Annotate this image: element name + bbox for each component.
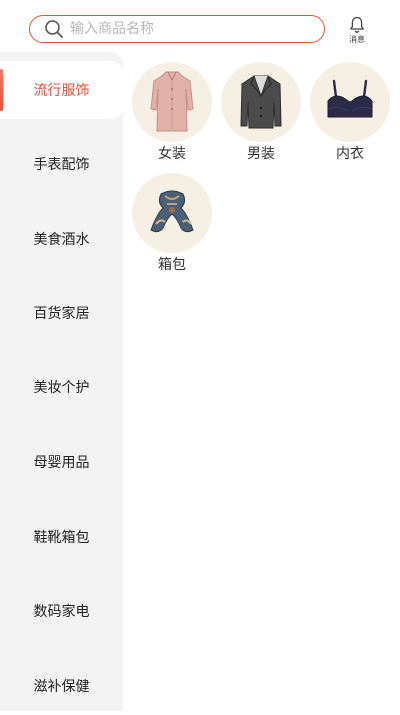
search-bar[interactable] <box>29 15 325 43</box>
sidebar-item-health[interactable]: 滋补保健 <box>0 657 123 715</box>
sidebar-item-watches[interactable]: 手表配饰 <box>0 135 123 193</box>
message-button[interactable]: 消息 <box>339 16 375 48</box>
category-thumb <box>310 62 390 142</box>
sidebar-item-label: 手表配饰 <box>33 157 90 173</box>
category-label: 箱包 <box>158 257 186 273</box>
suit-jacket-icon <box>240 75 282 129</box>
sidebar-item-label: 美食酒水 <box>33 232 90 248</box>
sidebar-item-label: 数码家电 <box>33 604 90 620</box>
category-grid: 女装 男装 内衣 箱包 <box>123 60 400 711</box>
category-sidebar: 流行服饰 手表配饰 美食酒水 百货家居 美妆个护 母婴用品 鞋靴箱包 数码家电 … <box>0 52 123 711</box>
sidebar-item-beauty[interactable]: 美妆个护 <box>0 358 123 416</box>
dress-icon <box>150 71 194 132</box>
sidebar-item-label: 母婴用品 <box>33 455 90 471</box>
category-bags[interactable]: 箱包 <box>132 173 212 274</box>
category-label: 男装 <box>247 146 275 162</box>
scarf-icon <box>150 190 194 233</box>
category-thumb <box>221 62 301 142</box>
sidebar-item-label: 百货家居 <box>33 306 90 322</box>
category-label: 女装 <box>158 146 186 162</box>
sidebar-item-shoes-bags[interactable]: 鞋靴箱包 <box>0 508 123 566</box>
category-thumb <box>132 62 212 142</box>
sidebar-item-label: 流行服饰 <box>33 83 90 99</box>
category-men-clothing[interactable]: 男装 <box>221 62 301 163</box>
sidebar-item-baby[interactable]: 母婴用品 <box>0 433 123 491</box>
sidebar-item-food[interactable]: 美食酒水 <box>0 210 123 268</box>
bell-icon <box>350 16 364 33</box>
sidebar-item-fashion[interactable]: 流行服饰 <box>0 61 123 119</box>
sidebar-item-label: 鞋靴箱包 <box>33 530 90 546</box>
category-label: 内衣 <box>336 146 364 162</box>
message-label: 消息 <box>349 35 365 44</box>
bra-icon <box>327 79 373 118</box>
category-women-clothing[interactable]: 女装 <box>132 62 212 163</box>
sidebar-item-electronics[interactable]: 数码家电 <box>0 582 123 640</box>
sidebar-item-home[interactable]: 百货家居 <box>0 284 123 342</box>
search-icon <box>45 20 63 38</box>
sidebar-item-label: 美妆个护 <box>33 380 90 396</box>
category-thumb <box>132 173 212 253</box>
search-input[interactable] <box>70 21 290 37</box>
sidebar-item-label: 滋补保健 <box>33 679 90 695</box>
header: 消息 <box>0 0 400 60</box>
category-underwear[interactable]: 内衣 <box>310 62 390 163</box>
